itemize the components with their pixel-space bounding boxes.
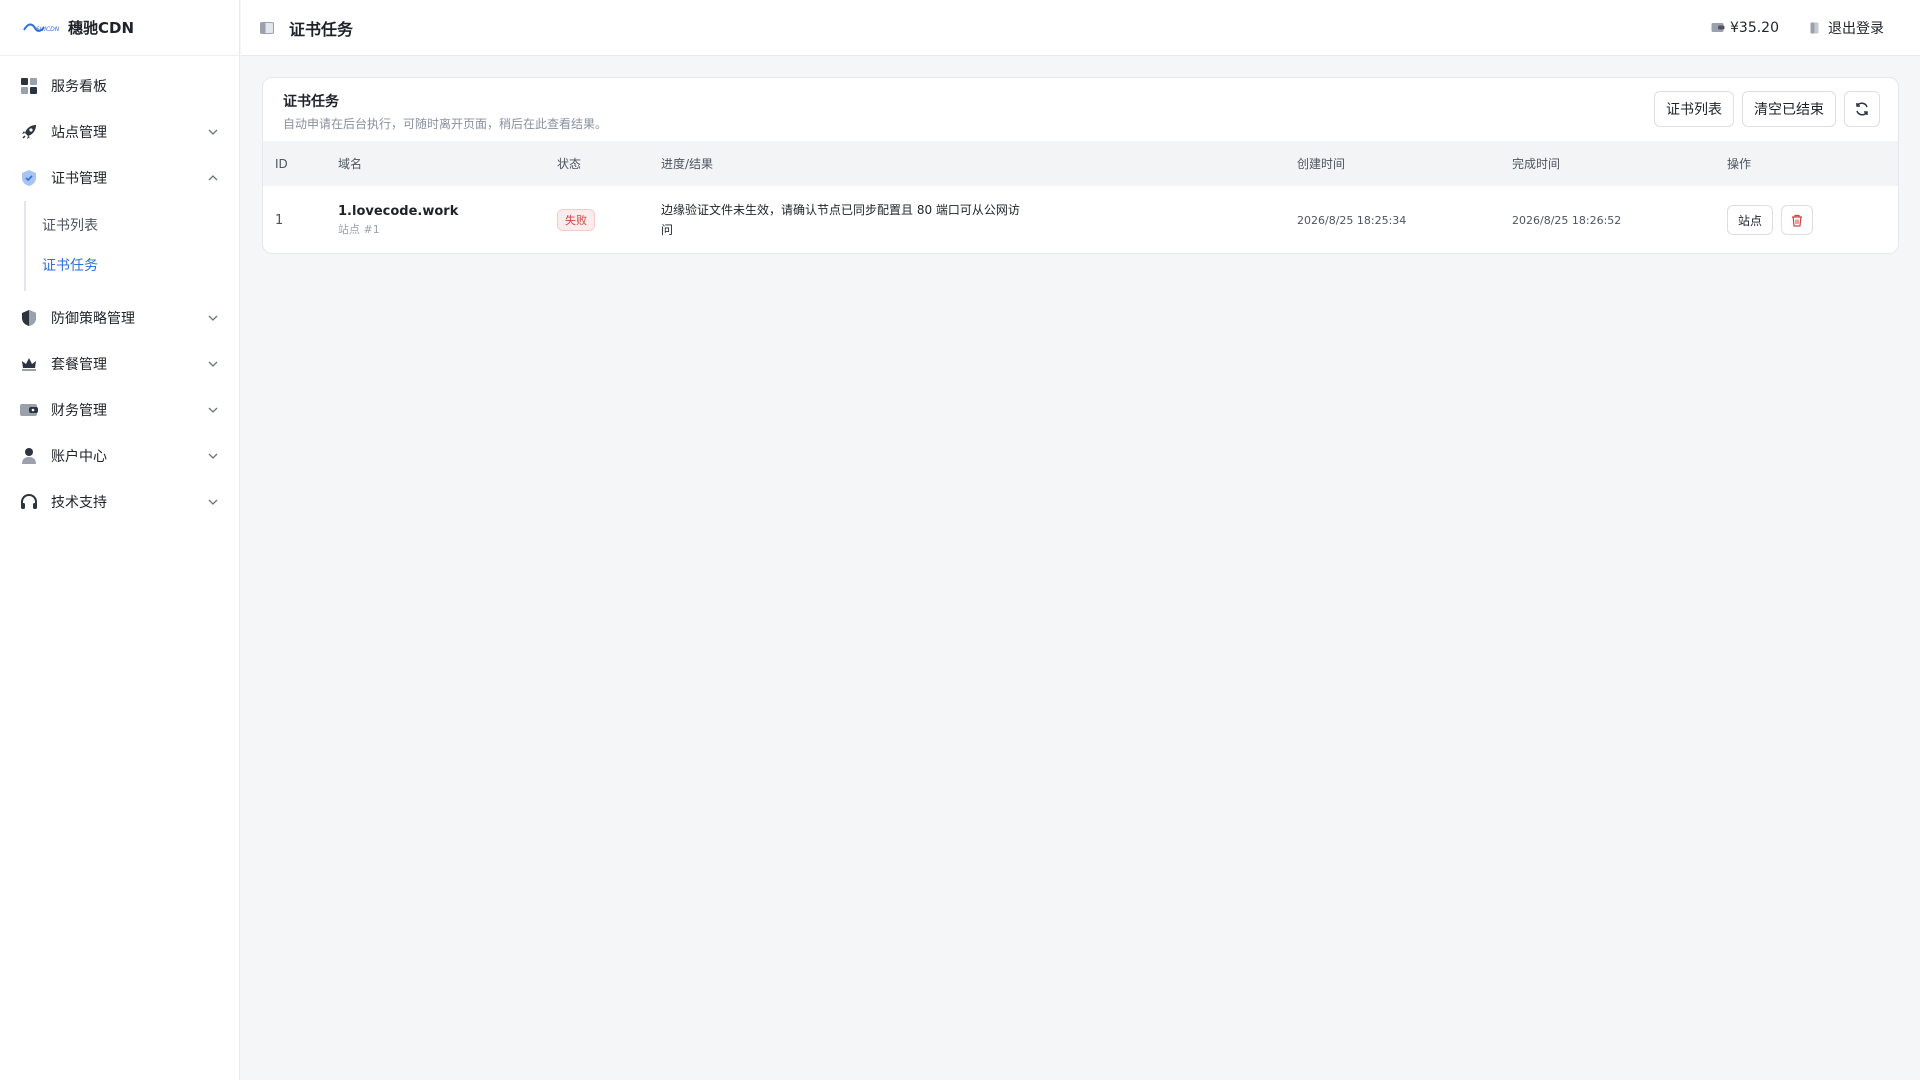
column-header-status: 状态 bbox=[557, 157, 582, 171]
sidebar-nav: 服务看板 站点管理 证书管理 证书列表 证书任务 防御策略管理 套餐管理 财务管… bbox=[0, 56, 239, 525]
sidebar-item-label: 防御策略管理 bbox=[51, 311, 135, 327]
card-actions: 证书列表 清空已结束 bbox=[1654, 91, 1880, 127]
chevron-down-icon bbox=[207, 450, 219, 462]
wallet-icon bbox=[19, 400, 39, 420]
sidebar-item-packages[interactable]: 套餐管理 bbox=[0, 341, 239, 387]
sidebar-item-certificates[interactable]: 证书管理 bbox=[0, 155, 239, 201]
sidebar-toggle-icon[interactable] bbox=[259, 20, 275, 36]
wave-logo-icon: SUICDN bbox=[22, 20, 62, 36]
balance-display[interactable]: ¥35.20 bbox=[1711, 20, 1779, 36]
chevron-down-icon bbox=[207, 358, 219, 370]
sidebar-item-defense[interactable]: 防御策略管理 bbox=[0, 295, 239, 341]
site-ref: 站点 #1 bbox=[338, 222, 380, 236]
chevron-down-icon bbox=[207, 126, 219, 138]
delete-button[interactable] bbox=[1781, 205, 1814, 235]
progress-text: 边缘验证文件未生效，请确认节点已同步配置且 80 端口可从公网访问 bbox=[661, 203, 1020, 237]
card-subtitle: 自动申请在后台执行，可随时离开页面，稍后在此查看结果。 bbox=[283, 117, 608, 131]
sidebar-item-finance[interactable]: 财务管理 bbox=[0, 387, 239, 433]
sidebar-item-label: 套餐管理 bbox=[51, 357, 107, 373]
defense-shield-icon bbox=[19, 308, 39, 328]
wallet-icon bbox=[1711, 21, 1725, 35]
chevron-down-icon bbox=[207, 404, 219, 416]
sidebar-item-label: 证书管理 bbox=[51, 171, 107, 187]
cert-tasks-table: ID 域名 状态 进度/结果 创建时间 完成时间 操作 1 1.lovecode… bbox=[263, 141, 1898, 253]
column-header-actions: 操作 bbox=[1727, 157, 1752, 171]
card-title: 证书任务 bbox=[283, 94, 339, 110]
top-bar: 证书任务 ¥35.20 退出登录 bbox=[241, 0, 1920, 56]
cert-tasks-card: 证书任务 自动申请在后台执行，可随时离开页面，稍后在此查看结果。 证书列表 清空… bbox=[262, 77, 1899, 254]
headset-icon bbox=[19, 492, 39, 512]
crown-icon bbox=[19, 354, 39, 374]
sidebar-item-dashboard[interactable]: 服务看板 bbox=[0, 63, 239, 109]
refresh-button[interactable] bbox=[1844, 91, 1880, 127]
sidebar-subitem-cert-list[interactable]: 证书列表 bbox=[26, 205, 239, 245]
user-icon bbox=[19, 446, 39, 466]
sidebar-item-label: 技术支持 bbox=[51, 495, 107, 511]
brand-name: 穗驰CDN bbox=[68, 19, 135, 37]
chevron-down-icon bbox=[207, 312, 219, 324]
shield-icon bbox=[19, 168, 39, 188]
cell-domain: 1.lovecode.work 站点 #1 bbox=[326, 186, 545, 253]
logout-button[interactable]: 退出登录 bbox=[1809, 18, 1884, 38]
clear-finished-button[interactable]: 清空已结束 bbox=[1742, 91, 1836, 127]
sidebar-subitem-cert-tasks[interactable]: 证书任务 bbox=[26, 245, 239, 285]
svg-text:SUICDN: SUICDN bbox=[36, 26, 60, 33]
sidebar-item-account[interactable]: 账户中心 bbox=[0, 433, 239, 479]
chevron-down-icon bbox=[207, 496, 219, 508]
card-header: 证书任务 自动申请在后台执行，可随时离开页面，稍后在此查看结果。 证书列表 清空… bbox=[263, 78, 1898, 141]
brand[interactable]: SUICDN 穗驰CDN bbox=[0, 0, 239, 56]
sidebar-item-label: 财务管理 bbox=[51, 403, 107, 419]
cell-id: 1 bbox=[275, 212, 284, 228]
row-actions: 站点 bbox=[1727, 205, 1898, 235]
sidebar-item-label: 服务看板 bbox=[51, 79, 107, 95]
logout-icon bbox=[1809, 21, 1823, 35]
rocket-icon bbox=[19, 122, 39, 142]
certificates-submenu: 证书列表 证书任务 bbox=[24, 201, 239, 291]
trash-icon bbox=[1791, 214, 1803, 227]
site-button[interactable]: 站点 bbox=[1727, 205, 1774, 235]
column-header-created: 创建时间 bbox=[1297, 157, 1346, 171]
column-header-id: ID bbox=[275, 156, 288, 171]
refresh-icon bbox=[1854, 101, 1870, 117]
status-badge: 失败 bbox=[557, 209, 595, 231]
balance-amount: ¥35.20 bbox=[1730, 19, 1779, 36]
chevron-up-icon bbox=[207, 172, 219, 184]
sidebar: SUICDN 穗驰CDN 服务看板 站点管理 证书管理 证书列表 证书任务 防御… bbox=[0, 0, 240, 1080]
cell-progress: 边缘验证文件未生效，请确认节点已同步配置且 80 端口可从公网访问 bbox=[649, 186, 1285, 253]
column-header-finished: 完成时间 bbox=[1512, 157, 1561, 171]
table-row: 1 1.lovecode.work 站点 #1 失败 边缘验证文件未生效，请确认… bbox=[263, 186, 1898, 253]
column-header-domain: 域名 bbox=[338, 157, 363, 171]
sidebar-item-sites[interactable]: 站点管理 bbox=[0, 109, 239, 155]
dashboard-icon bbox=[19, 76, 39, 96]
sidebar-item-label: 站点管理 bbox=[51, 125, 107, 141]
domain-name: 1.lovecode.work bbox=[338, 203, 459, 219]
cell-created: 2026/8/25 18:25:34 bbox=[1297, 213, 1407, 227]
cell-status: 失败 bbox=[545, 186, 649, 253]
column-header-progress: 进度/结果 bbox=[661, 157, 714, 171]
page-title: 证书任务 bbox=[289, 19, 354, 39]
sidebar-item-label: 账户中心 bbox=[51, 449, 107, 465]
cell-finished: 2026/8/25 18:26:52 bbox=[1512, 213, 1622, 227]
logout-label: 退出登录 bbox=[1828, 20, 1884, 37]
cert-list-button[interactable]: 证书列表 bbox=[1654, 91, 1734, 127]
sidebar-item-support[interactable]: 技术支持 bbox=[0, 479, 239, 525]
cell-actions: 站点 bbox=[1715, 186, 1898, 253]
top-right-actions: ¥35.20 退出登录 bbox=[1681, 18, 1920, 38]
table-header-row: ID 域名 状态 进度/结果 创建时间 完成时间 操作 bbox=[263, 141, 1898, 186]
